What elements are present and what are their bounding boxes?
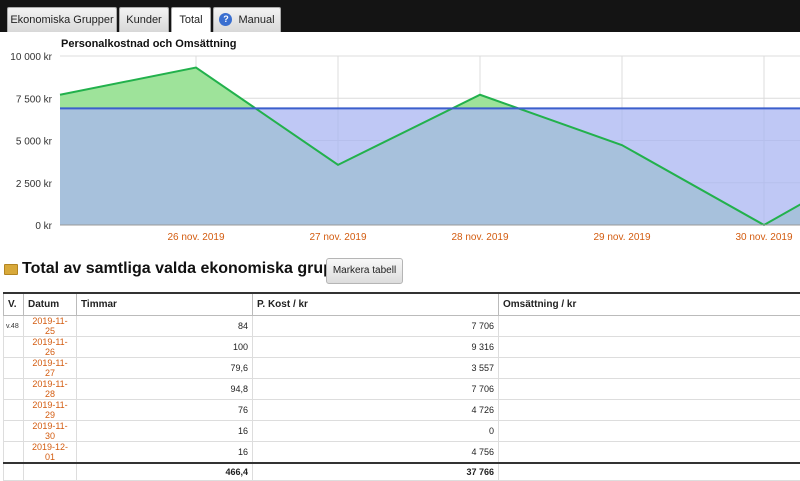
table-row: 2019-11-261009 316 [4, 337, 800, 358]
tab-label: Ekonomiska Grupper [10, 14, 113, 26]
x-tick-label: 28 nov. 2019 [451, 232, 509, 243]
total-revenue [499, 463, 800, 481]
row-revenue [499, 358, 800, 379]
row-hours: 76 [77, 400, 253, 421]
row-cost: 4 726 [253, 400, 499, 421]
row-cost: 7 706 [253, 379, 499, 400]
series-area [60, 108, 800, 225]
top-tab-bar: Ekonomiska Grupper Kunder Total ? Manual [0, 0, 800, 32]
y-tick-label: 7 500 kr [16, 94, 53, 105]
row-hours: 84 [77, 316, 253, 337]
tab-kunder[interactable]: Kunder [119, 7, 169, 32]
table-body: v.482019-11-25847 7062019-11-261009 3162… [4, 316, 800, 481]
row-date[interactable]: 2019-11-26 [24, 337, 77, 358]
table-row: 2019-11-2894,87 706 [4, 379, 800, 400]
header-omsattning[interactable]: Omsättning / kr [499, 293, 800, 316]
row-cost: 3 557 [253, 358, 499, 379]
row-week [4, 337, 24, 358]
header-pkost[interactable]: P. Kost / kr [253, 293, 499, 316]
table-row: v.482019-11-25847 706 [4, 316, 800, 337]
tab-label: Kunder [126, 14, 161, 26]
x-tick-label: 26 nov. 2019 [167, 232, 225, 243]
row-date[interactable]: 2019-11-30 [24, 421, 77, 442]
x-tick-label: 29 nov. 2019 [593, 232, 651, 243]
y-tick-label: 0 kr [35, 221, 52, 232]
row-revenue [499, 400, 800, 421]
tab-ekonomiska-grupper[interactable]: Ekonomiska Grupper [7, 7, 117, 32]
row-hours: 16 [77, 421, 253, 442]
total-empty-cell [4, 463, 24, 481]
section-title: Total av samtliga valda ekonomiska grupp… [22, 260, 358, 278]
row-hours: 79,6 [77, 358, 253, 379]
table-row: 2019-11-2779,63 557 [4, 358, 800, 379]
row-week [4, 379, 24, 400]
header-timmar[interactable]: Timmar [77, 293, 253, 316]
header-datum[interactable]: Datum [24, 293, 77, 316]
total-cost: 37 766 [253, 463, 499, 481]
tab-manual[interactable]: ? Manual [213, 7, 281, 32]
table-total-row: 466,437 766 [4, 463, 800, 481]
tab-label: Manual [238, 14, 274, 26]
row-date[interactable]: 2019-11-25 [24, 316, 77, 337]
tab-total[interactable]: Total [171, 7, 211, 32]
table-row: 2019-11-29764 726 [4, 400, 800, 421]
row-week [4, 400, 24, 421]
row-cost: 7 706 [253, 316, 499, 337]
row-hours: 94,8 [77, 379, 253, 400]
section-heading: Total av samtliga valda ekonomiska grupp… [0, 258, 800, 286]
y-tick-label: 2 500 kr [16, 179, 53, 190]
row-week: v.48 [4, 316, 24, 337]
header-v[interactable]: V. [4, 293, 24, 316]
row-date[interactable]: 2019-11-27 [24, 358, 77, 379]
x-tick-label: 30 nov. 2019 [735, 232, 793, 243]
y-tick-label: 10 000 kr [10, 52, 52, 63]
mark-table-button[interactable]: Markera tabell [326, 258, 403, 284]
folder-icon [4, 264, 18, 275]
row-cost: 9 316 [253, 337, 499, 358]
row-date[interactable]: 2019-11-29 [24, 400, 77, 421]
row-week [4, 358, 24, 379]
row-cost: 0 [253, 421, 499, 442]
tab-label: Total [179, 14, 202, 26]
help-icon: ? [219, 13, 232, 26]
total-empty-cell [24, 463, 77, 481]
y-tick-label: 5 000 kr [16, 137, 53, 148]
total-hours: 466,4 [77, 463, 253, 481]
row-revenue [499, 379, 800, 400]
row-revenue [499, 421, 800, 442]
x-tick-label: 27 nov. 2019 [309, 232, 367, 243]
table-row: 2019-11-30160 [4, 421, 800, 442]
table-header-row: V. Datum Timmar P. Kost / kr Omsättning … [4, 293, 800, 316]
row-date[interactable]: 2019-11-28 [24, 379, 77, 400]
summary-table: V. Datum Timmar P. Kost / kr Omsättning … [3, 292, 800, 481]
row-revenue [499, 316, 800, 337]
area-chart: 0 kr 2 500 kr 5 000 kr 7 500 kr 10 000 kr 26 … [0, 48, 800, 243]
row-revenue [499, 337, 800, 358]
row-hours: 100 [77, 337, 253, 358]
row-week [4, 421, 24, 442]
